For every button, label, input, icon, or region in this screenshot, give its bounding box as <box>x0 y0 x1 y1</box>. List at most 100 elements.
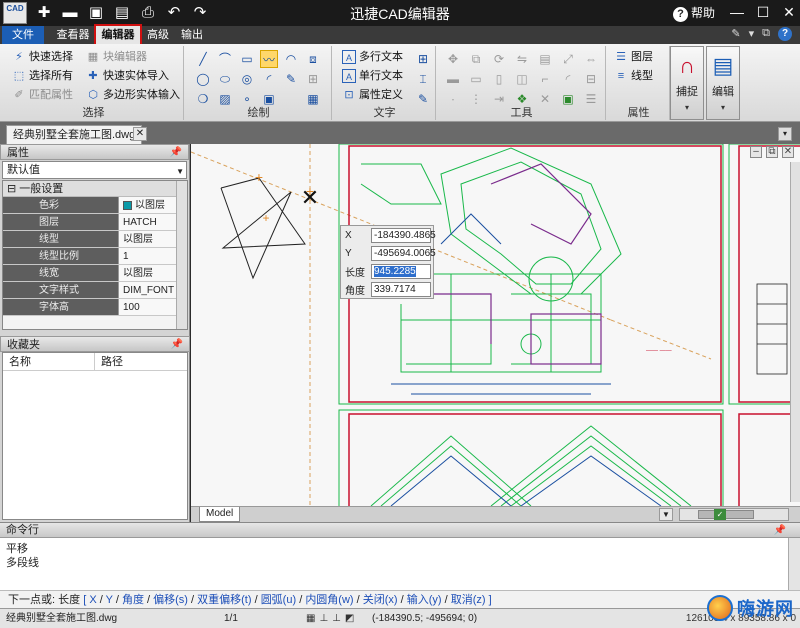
canvas-close-icon[interactable]: ✕ <box>782 146 794 158</box>
block-icon[interactable]: ⧈ <box>304 50 322 68</box>
brush-icon[interactable]: ✎ <box>731 27 740 41</box>
prompt-option-double-offset[interactable]: 双重偏移(t) <box>197 594 251 606</box>
tab-editor[interactable]: 编辑器 <box>94 24 142 46</box>
save-icon[interactable]: ▣ <box>86 3 106 23</box>
maximize-icon[interactable]: ☐ <box>756 3 770 21</box>
grid-toggle-icon[interactable]: ▦ <box>306 609 315 628</box>
properties-dropdown[interactable]: 默认值 ▼ <box>2 161 187 179</box>
polygon-entity-input-button[interactable]: ⬡ 多边形实体输入 <box>86 86 180 104</box>
select-all-button[interactable]: ⬚ 选择所有 <box>12 67 73 85</box>
fillet-icon[interactable]: ◜ <box>559 70 577 88</box>
prop-row[interactable]: 色彩 以图层 <box>3 197 187 214</box>
block-editor-button[interactable]: ▦ 块编辑器 <box>86 48 147 66</box>
rotate-icon[interactable]: ⟳ <box>490 50 508 68</box>
coord-x-input[interactable]: -184390.4865 <box>371 227 436 243</box>
quick-select-button[interactable]: ⚡ 快速选择 <box>12 48 73 66</box>
snap-toggle-icon[interactable]: ⊥ <box>332 609 341 628</box>
document-list-chevron-icon[interactable]: ▾ <box>778 127 792 141</box>
undo-icon[interactable]: ↶ <box>164 3 184 23</box>
text-style-icon[interactable]: ⊞ <box>414 50 432 68</box>
prompt-option-angle[interactable]: 角度 <box>122 594 144 606</box>
pin-icon[interactable]: 📌 <box>170 145 182 161</box>
prompt-option-input[interactable]: 输入(y) <box>407 594 442 606</box>
text-edit-icon[interactable]: ⌶ <box>414 70 432 88</box>
prop-row[interactable]: 线型 以图层 <box>3 231 187 248</box>
tab-viewer[interactable]: 查看器 <box>52 26 94 44</box>
close-icon[interactable]: ✕ <box>782 3 796 21</box>
coord-length-input[interactable]: 945.2285 <box>371 263 431 279</box>
layout-chevron-icon[interactable]: ▼ <box>659 508 673 521</box>
prop-row[interactable]: 文字样式 DIM_FONT <box>3 282 187 299</box>
arc-3p-icon[interactable]: ◜ <box>260 70 278 88</box>
circle-icon[interactable]: ◯ <box>194 70 212 88</box>
help-circle-icon[interactable]: ? <box>778 27 792 41</box>
prompt-option-offset[interactable]: 偏移(s) <box>153 594 188 606</box>
polyline-icon[interactable]: ⌒ <box>216 50 234 68</box>
prompt-option-y[interactable]: Y <box>106 594 113 606</box>
print-icon[interactable]: ⎙ <box>138 3 158 23</box>
minimize-icon[interactable]: — <box>730 3 744 21</box>
tab-output[interactable]: 输出 <box>176 26 208 44</box>
layer-button[interactable]: ☰ 图层 <box>614 48 653 66</box>
prompt-option-x[interactable]: X <box>89 594 96 606</box>
command-scrollbar[interactable] <box>788 538 800 590</box>
chevron-down-icon[interactable]: ▾ <box>749 27 755 41</box>
hscroll-thumb[interactable] <box>698 510 754 519</box>
properties-group-header[interactable]: ⊟ 一般设置 <box>3 181 187 197</box>
copy-icon[interactable]: ⧉ <box>467 50 485 68</box>
linetype-button[interactable]: ≡ 线型 <box>614 67 653 85</box>
spline-icon[interactable]: 〰 <box>260 50 278 68</box>
save-as-icon[interactable]: ▤ <box>112 3 132 23</box>
tab-advanced[interactable]: 高级 <box>142 26 174 44</box>
star-polyline[interactable] <box>220 177 306 280</box>
coord-angle-input[interactable]: 339.7174 <box>371 281 431 297</box>
singleline-text-button[interactable]: A 单行文本 <box>342 67 403 85</box>
pen-icon[interactable]: ✎ <box>282 70 300 88</box>
scale-icon[interactable]: ⤢ <box>559 50 577 68</box>
prop-row[interactable]: 线型比例 1 <box>3 248 187 265</box>
canvas-vertical-scrollbar[interactable] <box>790 162 800 502</box>
prompt-option-arc[interactable]: 圆弧(u) <box>261 594 296 606</box>
favorites-col-name[interactable]: 名称 <box>3 353 95 370</box>
open-folder-icon[interactable]: ▬ <box>60 3 80 23</box>
canvas-minimize-icon[interactable]: – <box>750 146 762 158</box>
properties-scrollbar[interactable] <box>176 181 187 329</box>
redo-icon[interactable]: ↷ <box>190 3 210 23</box>
attr-def-button[interactable]: ⊡ 属性定义 <box>342 86 403 104</box>
prompt-option-fillet[interactable]: 内圆角(w) <box>305 594 353 606</box>
prompt-option-close[interactable]: 关闭(x) <box>363 594 398 606</box>
trim-icon[interactable]: ▬ <box>444 70 462 88</box>
move-icon[interactable]: ✥ <box>444 50 462 68</box>
document-close-icon[interactable]: ✕ <box>133 127 147 141</box>
coord-y-input[interactable]: -495694.0065 <box>371 245 436 261</box>
pin-icon[interactable]: 📌 <box>774 523 786 538</box>
prompt-option-cancel[interactable]: 取消(z) <box>451 594 486 606</box>
help-button[interactable]: ? 帮助 <box>672 4 715 22</box>
prop-row[interactable]: 线宽 以图层 <box>3 265 187 282</box>
prop-row[interactable]: 图层 HATCH <box>3 214 187 231</box>
arc-icon[interactable]: ◠ <box>282 50 300 68</box>
array-icon[interactable]: ▤ <box>536 50 554 68</box>
quick-entity-import-button[interactable]: ✚ 快速实体导入 <box>86 67 169 85</box>
ortho-toggle-icon[interactable]: ⊥ <box>319 609 328 628</box>
insert-icon[interactable]: ⊞ <box>304 70 322 88</box>
stretch-icon[interactable]: ⇔ <box>582 50 600 68</box>
favorites-col-path[interactable]: 路径 <box>95 353 123 370</box>
extend-icon[interactable]: ▭ <box>467 70 485 88</box>
ellipse-icon[interactable]: ⬭ <box>216 70 234 88</box>
document-tab[interactable]: 经典别墅全套施工图.dwg <box>6 125 143 144</box>
snap-button[interactable]: ∩ 捕捉 ▾ <box>670 46 704 120</box>
mirror-icon[interactable]: ⇋ <box>513 50 531 68</box>
chamfer-icon[interactable]: ⌐ <box>536 70 554 88</box>
prop-row[interactable]: 字体高 100 <box>3 299 187 316</box>
restore-icon[interactable]: ⧉ <box>762 27 770 41</box>
polar-toggle-icon[interactable]: ◩ <box>345 609 354 628</box>
circle-3p-icon[interactable]: ◎ <box>238 70 256 88</box>
pin-icon[interactable]: 📌 <box>171 337 183 353</box>
match-props-button[interactable]: ✐ 匹配属性 <box>12 86 73 104</box>
command-prompt[interactable]: 下一点或: 长度 [ X / Y / 角度 / 偏移(s) / 双重偏移(t) … <box>0 590 800 608</box>
offset-icon[interactable]: ⊟ <box>582 70 600 88</box>
edit-button[interactable]: ▤ 编辑 ▾ <box>706 46 740 120</box>
rectangle-icon[interactable]: ▭ <box>238 50 256 68</box>
new-file-icon[interactable]: ✚ <box>34 3 54 23</box>
